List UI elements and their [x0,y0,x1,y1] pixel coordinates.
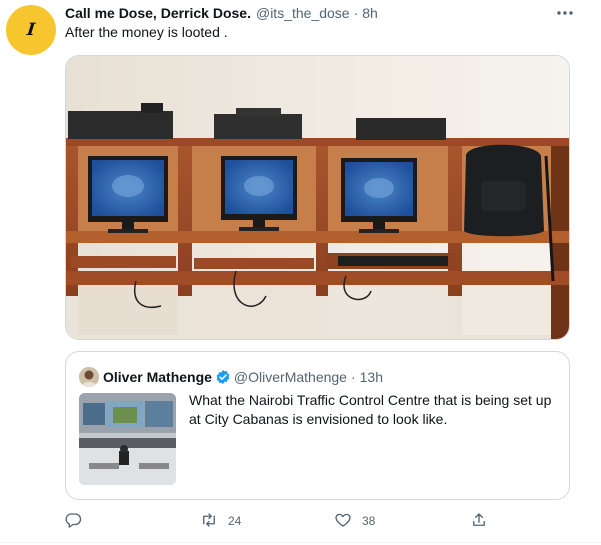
like-button[interactable]: 38 [334,505,375,537]
verified-badge-icon [215,369,231,385]
author-display-name[interactable]: Call me Dose, Derrick Dose. [65,5,251,21]
share-icon [470,511,488,532]
quoted-tweet-timestamp[interactable]: 13h [360,369,383,385]
quoted-header-separator: · [350,369,356,385]
retweet-count: 24 [228,514,242,528]
tweet-timestamp[interactable]: 8h [362,5,378,21]
header-separator: · [353,5,359,21]
quoted-author-display-name[interactable]: Oliver Mathenge [103,369,212,385]
tweet-actions: 24 38 [0,505,601,537]
reply-icon [64,511,82,532]
avatar-glyph: I [25,20,37,40]
share-button[interactable] [470,505,488,537]
quoted-tweet-text: What the Nairobi Traffic Control Centre … [189,392,552,427]
quoted-tweet-thumbnail[interactable] [79,393,176,485]
like-count: 38 [362,514,376,528]
quoted-author-avatar[interactable] [79,367,99,387]
quoted-tweet-header: Oliver Mathenge @OliverMathenge · 13h [79,367,383,387]
quoted-tweet[interactable]: Oliver Mathenge @OliverMathenge · 13h Wh… [65,351,570,500]
more-dots-icon[interactable] [556,3,574,21]
author-handle[interactable]: @its_the_dose [256,5,350,21]
author-avatar[interactable]: I [6,5,56,55]
tweet-divider [0,542,601,543]
retweet-button[interactable]: 24 [200,505,241,537]
tweet-photo[interactable] [65,55,570,340]
quoted-author-handle[interactable]: @OliverMathenge [234,369,347,385]
tweet-text: After the money is looted . [65,24,228,40]
heart-icon [334,511,352,532]
control-centre-render [79,393,176,485]
reply-button[interactable] [64,505,92,537]
computer-lab-photo [66,56,569,339]
tweet-header: Call me Dose, Derrick Dose. @its_the_dos… [65,4,378,22]
tweet[interactable]: I Call me Dose, Derrick Dose. @its_the_d… [0,0,601,545]
retweet-icon [200,511,218,532]
